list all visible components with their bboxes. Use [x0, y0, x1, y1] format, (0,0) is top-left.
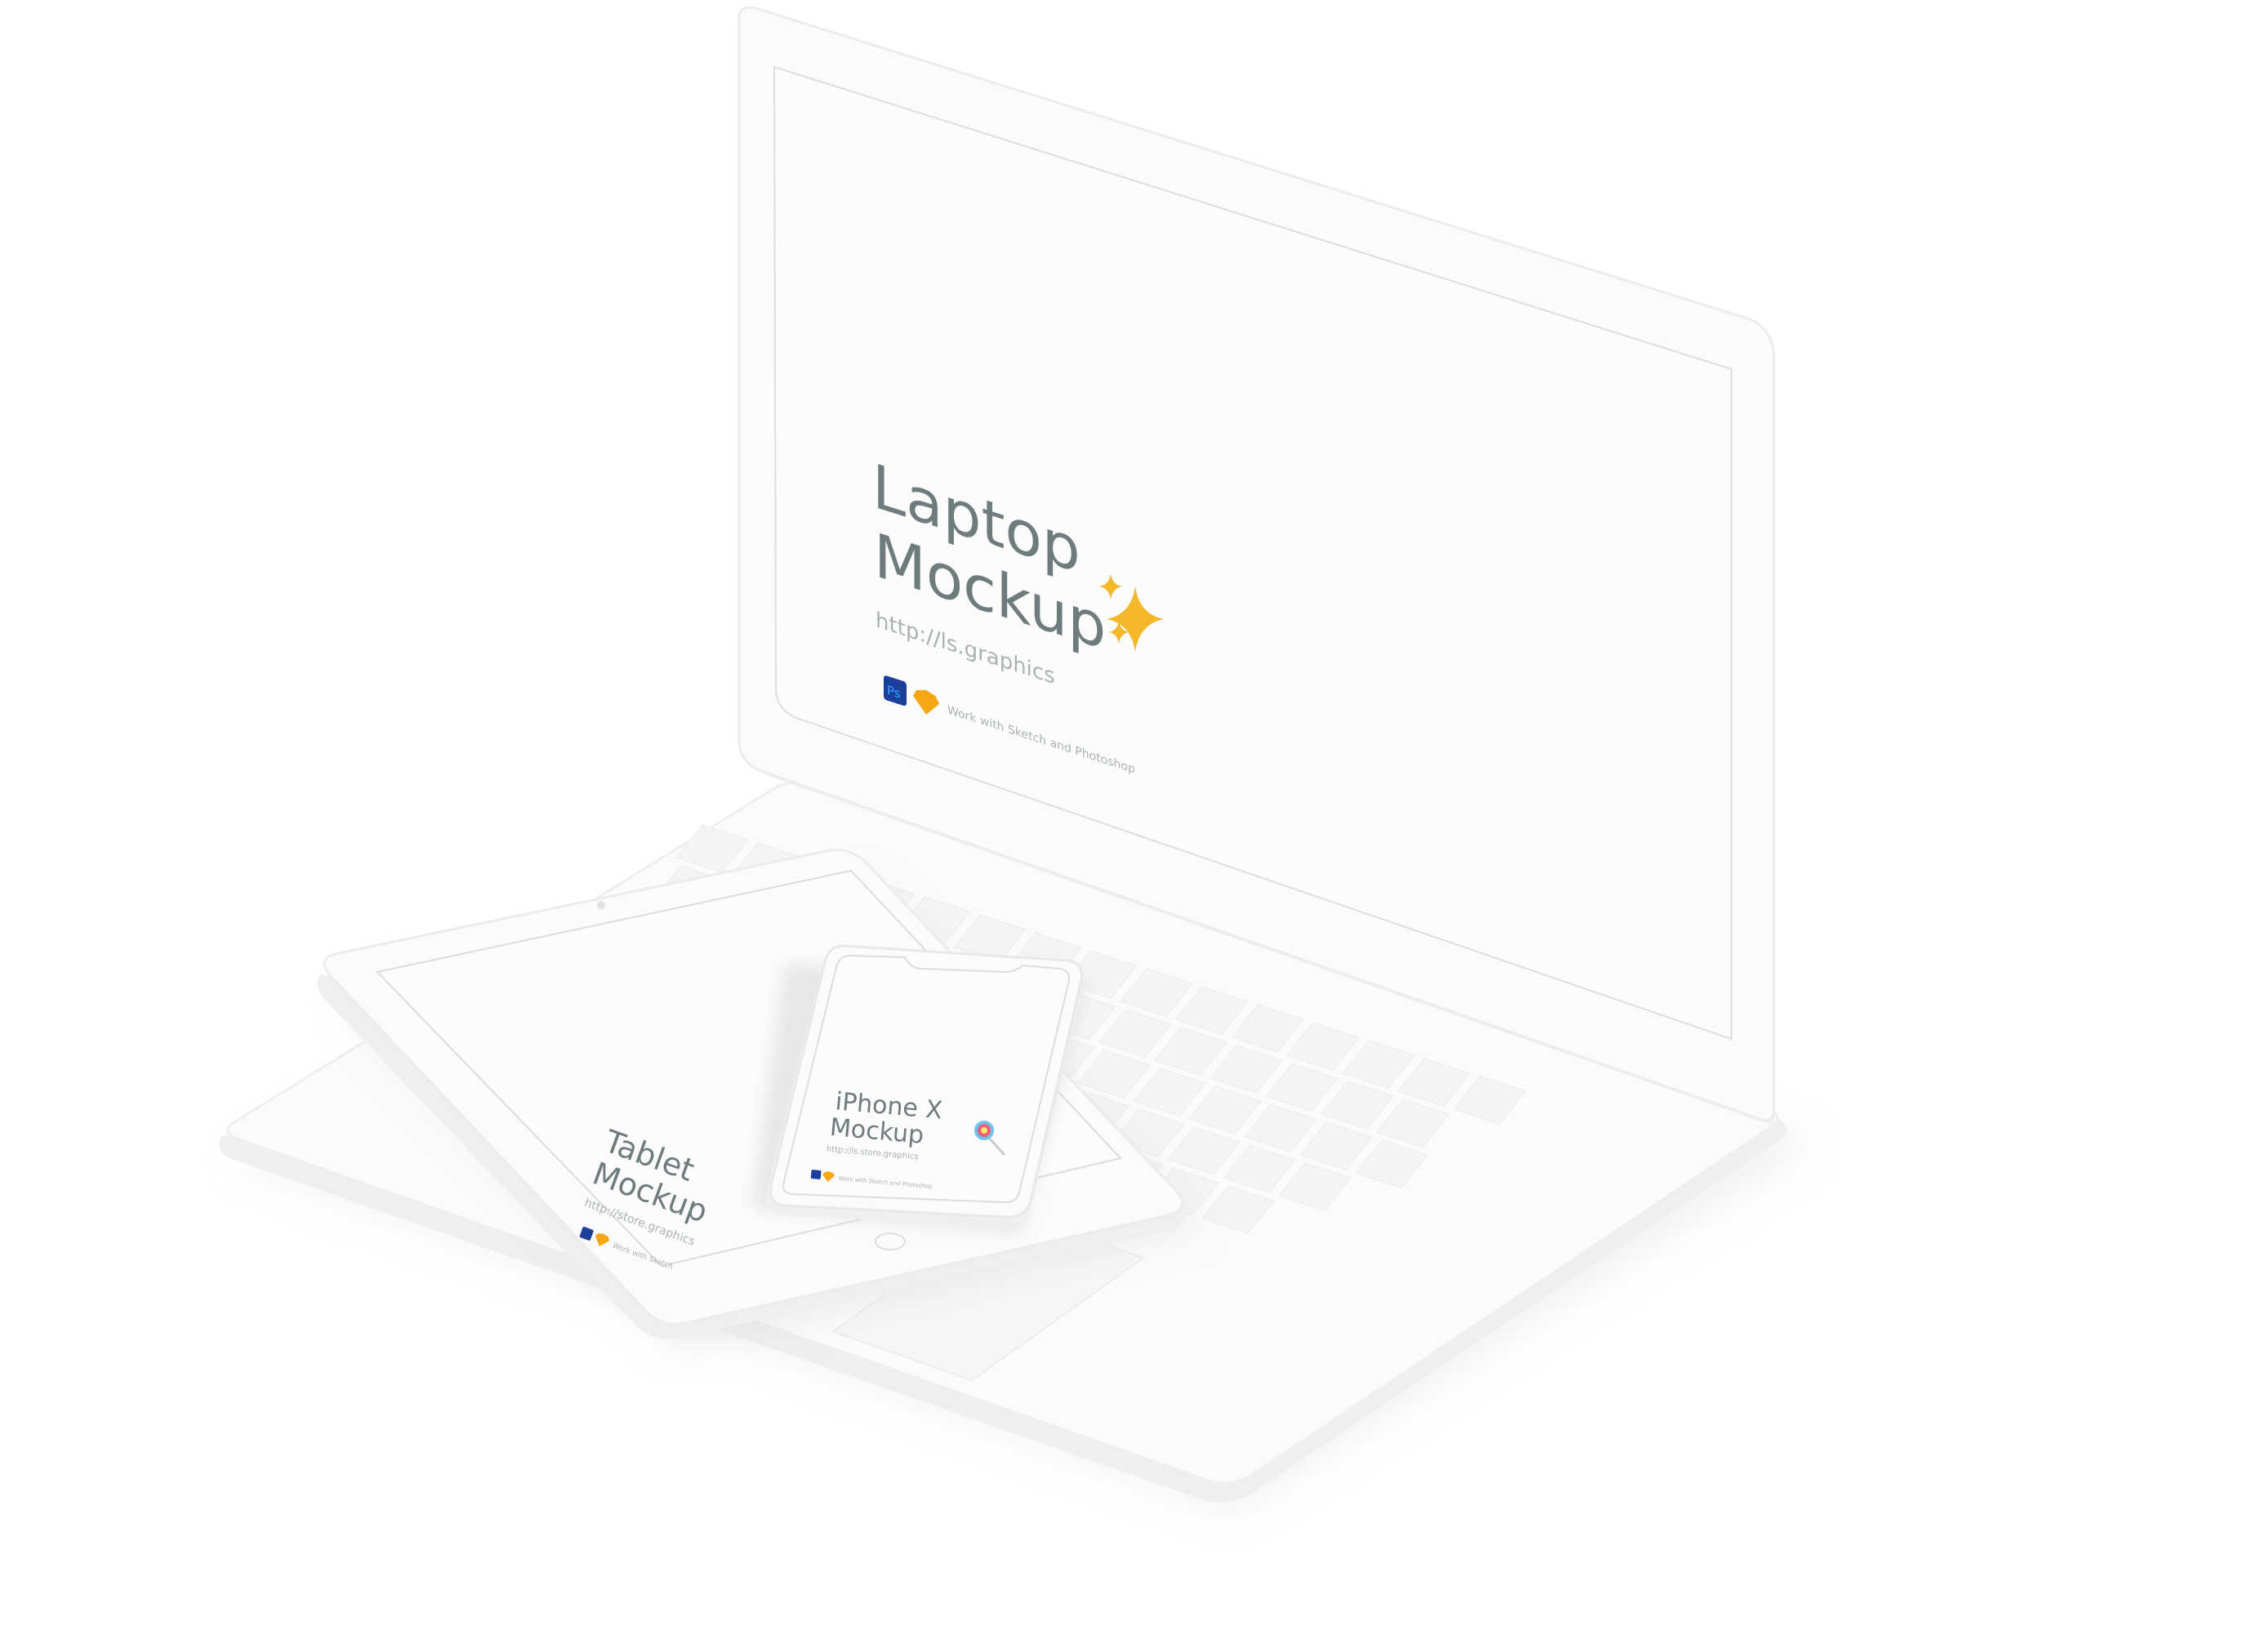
- mockup-scene: Laptop Mockup http://ls.graphics Ps Work…: [0, 0, 2268, 1645]
- tablet-camera: [597, 901, 605, 909]
- devices-illustration: Laptop Mockup http://ls.graphics Ps Work…: [219, 6, 1813, 1511]
- phone-photoshop-icon: [810, 1170, 822, 1179]
- laptop: Laptop Mockup http://ls.graphics Ps Work…: [219, 6, 1813, 1511]
